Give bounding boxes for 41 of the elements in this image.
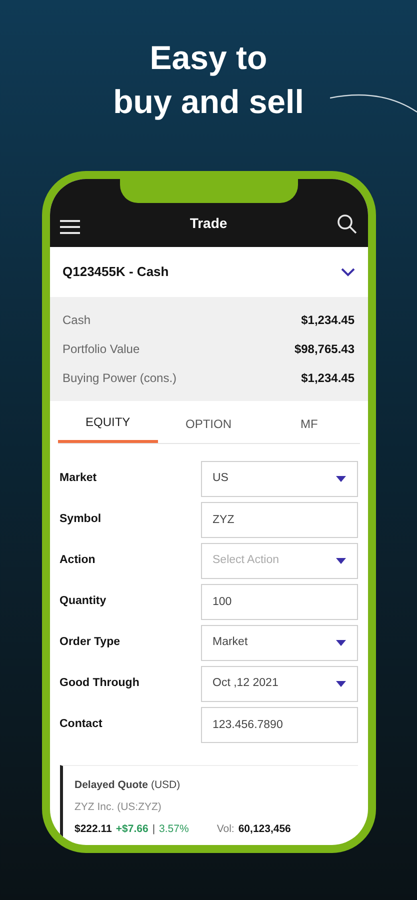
dropdown-caret-icon <box>336 558 346 564</box>
field-label: Order Type <box>60 635 121 650</box>
search-icon[interactable] <box>337 214 358 234</box>
dropdown[interactable]: US <box>200 461 358 497</box>
field-label: Good Through <box>60 676 140 692</box>
field-label: Market <box>60 471 98 486</box>
headline: buy and sell <box>113 82 304 122</box>
summary-value: $98,765.43 <box>294 341 354 358</box>
field-label: Contact <box>60 717 104 732</box>
summary-value: $1,234.45 <box>301 312 354 329</box>
volume-value: 60,123,456 <box>238 822 291 836</box>
headline: Easy to <box>150 38 268 78</box>
chevron-down-icon <box>340 268 354 276</box>
field-label: Symbol <box>60 512 102 528</box>
dropdown-caret-icon <box>336 681 346 687</box>
field-label: Quantity <box>60 594 108 610</box>
summary-label: Portfolio Value <box>62 341 140 358</box>
volume-label: Vol: <box>216 822 234 836</box>
tab[interactable]: OPTION <box>158 401 259 443</box>
tab[interactable]: EQUITY <box>58 401 158 443</box>
dropdown[interactable]: Market <box>200 625 358 661</box>
input-field[interactable]: ZYZ <box>200 502 358 538</box>
dropdown-caret-icon <box>336 476 346 482</box>
tab[interactable]: MF <box>258 401 360 443</box>
dropdown[interactable]: Oct ,12 2021 <box>200 666 358 702</box>
input-field[interactable]: 100 <box>200 584 358 620</box>
company-name: ZYZ Inc. (US:ZYZ) <box>74 800 162 815</box>
percent-change: 3.57% <box>159 822 189 836</box>
menu-icon[interactable] <box>60 220 80 234</box>
summary-label: Cash <box>62 312 91 329</box>
price: $222.11 <box>74 822 112 836</box>
summary-label: Buying Power (cons.) <box>62 370 177 387</box>
field-label: Action <box>60 553 96 568</box>
account-selector[interactable]: Q123455K - Cash <box>50 247 368 297</box>
dropdown-caret-icon <box>336 640 346 646</box>
summary-value: $1,234.45 <box>301 370 354 387</box>
screen-title: Trade <box>190 214 228 233</box>
price-change: +$7.66 <box>116 822 148 836</box>
separator: | <box>152 822 156 836</box>
quote-title: Delayed Quote (USD) <box>74 778 182 793</box>
input-field[interactable]: 123.456.7890 <box>200 707 358 743</box>
